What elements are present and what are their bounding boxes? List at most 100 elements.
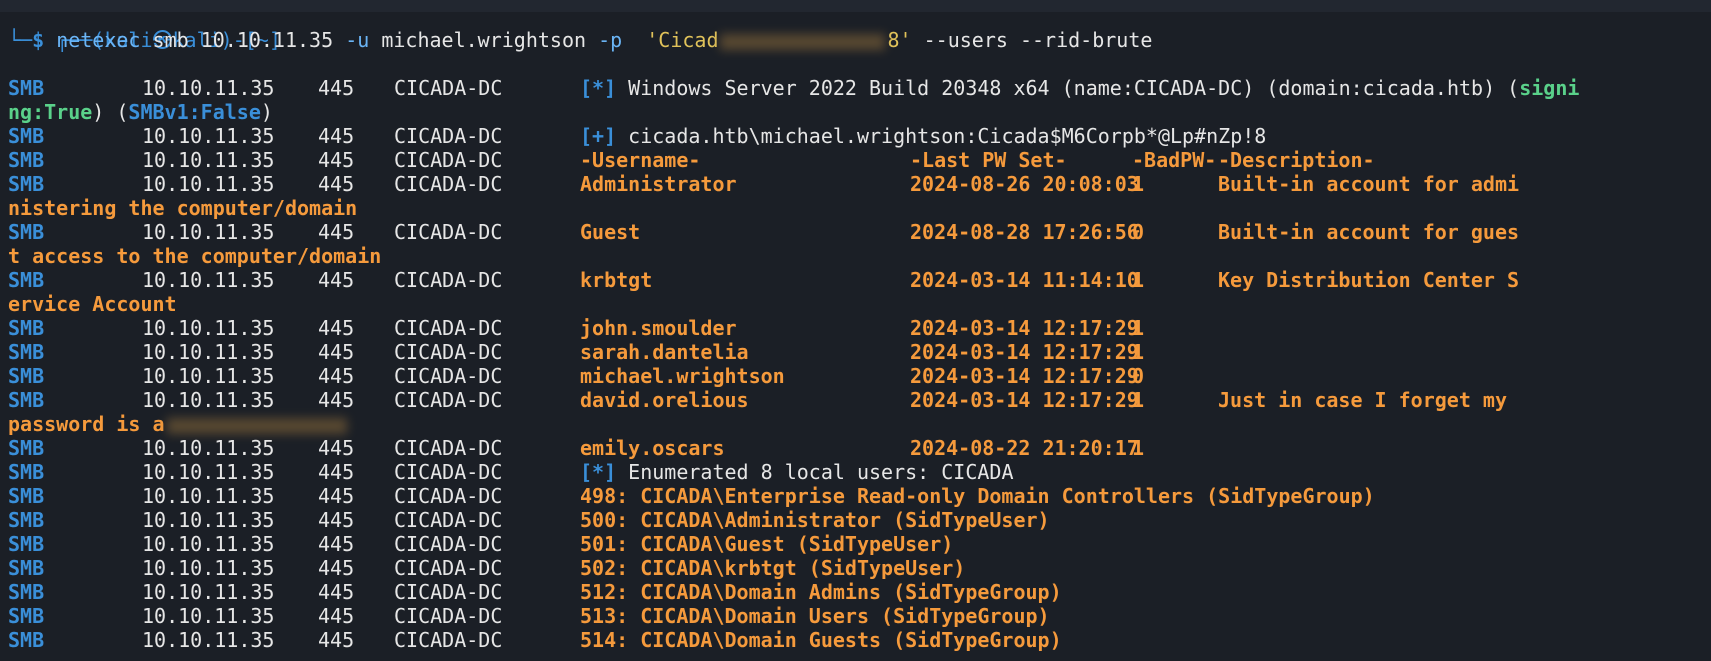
output-line: SMB 10.10.11.35 445 CICADA-DC david.orelious…: [8, 388, 1708, 412]
description: Built-in account for admi: [1218, 172, 1520, 196]
protocol-label: SMB: [8, 460, 45, 484]
output-line: t access to the computer/domain: [8, 244, 1708, 268]
output-line: ng:True) (SMBv1:False): [8, 100, 1708, 124]
target-ip: 10.10.11.35: [142, 628, 275, 652]
target-port: 445: [318, 76, 355, 100]
last-pw-set: 2024-03-14 12:17:29: [910, 364, 1139, 388]
target-hostname: CICADA-DC: [394, 364, 503, 388]
target-hostname: CICADA-DC: [394, 148, 503, 172]
target-port: 445: [318, 340, 355, 364]
target-port: 445: [318, 148, 355, 172]
output-line: SMB 10.10.11.35 445 CICADA-DC john.smoulder 2…: [8, 316, 1708, 340]
target-ip: 10.10.11.35: [142, 316, 275, 340]
target-hostname: CICADA-DC: [394, 604, 503, 628]
target-ip: 10.10.11.35: [142, 388, 275, 412]
status-message: [*] Windows Server 2022 Build 20348 x64 …: [580, 76, 1579, 100]
target-ip: 10.10.11.35: [142, 556, 275, 580]
column-header-username: -Username-: [580, 148, 701, 172]
output-line: SMB 10.10.11.35 445 CICADA-DC 512: CICADA\Do…: [8, 580, 1708, 604]
output-line: SMB 10.10.11.35 445 CICADA-DC Guest 2024-08-2…: [8, 220, 1708, 244]
target-ip: 10.10.11.35: [142, 76, 275, 100]
target-port: 445: [318, 628, 355, 652]
target-port: 445: [318, 388, 355, 412]
target-ip: 10.10.11.35: [142, 340, 275, 364]
protocol-label: SMB: [8, 508, 45, 532]
status-message: [+] cicada.htb\michael.wrightson:Cicada$…: [580, 124, 1266, 148]
last-pw-set: 2024-03-14 12:17:29: [910, 340, 1139, 364]
status-text: cicada.htb\michael.wrightson:Cicada$M6Co…: [616, 124, 1267, 148]
protocol-label: SMB: [8, 388, 45, 412]
smbv1-value: SMBv1:False: [128, 100, 261, 124]
last-pw-set: 2024-03-14 12:17:29: [910, 388, 1139, 412]
target-port: 445: [318, 172, 355, 196]
protocol-label: SMB: [8, 628, 45, 652]
last-pw-set: 2024-08-26 20:08:03: [910, 172, 1139, 196]
username: michael.wrightson: [580, 364, 785, 388]
last-pw-set: 2024-03-14 11:14:10: [910, 268, 1139, 292]
target-hostname: CICADA-DC: [394, 76, 503, 100]
last-pw-set: 2024-03-14 12:17:29: [910, 316, 1139, 340]
column-header-badpw: -BadPW-: [1132, 148, 1217, 172]
target-port: 445: [318, 484, 355, 508]
command-opt-u: -u: [345, 28, 370, 52]
status-message: [*] Enumerated 8 local users: CICADA: [580, 460, 1013, 484]
prompt-line-2: └─$ netexec smb 10.10.11.35 -u michael.w…: [8, 28, 1708, 52]
bad-pw-count: 1: [1132, 340, 1145, 364]
target-port: 445: [318, 460, 355, 484]
target-ip: 10.10.11.35: [142, 172, 275, 196]
output-line: SMB 10.10.11.35 445 CICADA-DC michael.wright…: [8, 364, 1708, 388]
target-ip: 10.10.11.35: [142, 532, 275, 556]
target-hostname: CICADA-DC: [394, 556, 503, 580]
rid-entry: 512: CICADA\Domain Admins (SidTypeGroup): [580, 580, 1062, 604]
username: david.orelious: [580, 388, 749, 412]
bad-pw-count: 1: [1132, 316, 1145, 340]
paren-text: ): [260, 100, 273, 124]
bad-pw-count: 1: [1132, 388, 1145, 412]
command-args: smb 10.10.11.35: [140, 28, 346, 52]
protocol-label: SMB: [8, 484, 45, 508]
protocol-label: SMB: [8, 532, 45, 556]
column-header-pwset: -Last PW Set-: [910, 148, 1067, 172]
redacted-password-blur: [720, 33, 886, 50]
target-hostname: CICADA-DC: [394, 628, 503, 652]
rid-entry: 498: CICADA\Enterprise Read-only Domain …: [580, 484, 1375, 508]
output-line: SMB 10.10.11.35 445 CICADA-DC 513: CICADA\Do…: [8, 604, 1708, 628]
bad-pw-count: 1: [1132, 172, 1145, 196]
target-hostname: CICADA-DC: [394, 124, 503, 148]
protocol-label: SMB: [8, 556, 45, 580]
last-pw-set: 2024-08-22 21:20:17: [910, 436, 1139, 460]
protocol-label: SMB: [8, 580, 45, 604]
output-line: password is a: [8, 412, 1708, 436]
prompt-corner: └─: [8, 28, 33, 52]
target-port: 445: [318, 532, 355, 556]
target-ip: 10.10.11.35: [142, 484, 275, 508]
target-hostname: CICADA-DC: [394, 340, 503, 364]
output-line: SMB 10.10.11.35 445 CICADA-DC 500: CICADA\Ad…: [8, 508, 1708, 532]
target-ip: 10.10.11.35: [142, 604, 275, 628]
paren-text: ) (: [92, 100, 129, 124]
signing-label: signi: [1519, 76, 1580, 100]
command-flags: --users --rid-brute: [911, 28, 1153, 52]
target-port: 445: [318, 124, 355, 148]
protocol-label: SMB: [8, 436, 45, 460]
status-marker: [*]: [580, 76, 617, 100]
target-hostname: CICADA-DC: [394, 220, 503, 244]
username: krbtgt: [580, 268, 653, 292]
protocol-label: SMB: [8, 604, 45, 628]
output-line: SMB 10.10.11.35 445 CICADA-DC 514: CICADA\Do…: [8, 628, 1708, 652]
status-text: Windows Server 2022 Build 20348 x64 (nam…: [616, 76, 1520, 100]
target-ip: 10.10.11.35: [142, 436, 275, 460]
command-password-start: 'Cicad: [622, 28, 719, 52]
prompt-dollar: $: [32, 28, 45, 52]
description: Just in case I forget my: [1218, 388, 1507, 412]
signing-value: ng:True: [8, 100, 93, 124]
protocol-label: SMB: [8, 316, 45, 340]
username: emily.oscars: [580, 436, 725, 460]
wrapped-continuation: password is a: [8, 412, 165, 436]
target-hostname: CICADA-DC: [394, 580, 503, 604]
bad-pw-count: 0: [1132, 364, 1145, 388]
status-marker: [*]: [580, 460, 617, 484]
target-hostname: CICADA-DC: [394, 388, 503, 412]
target-port: 445: [318, 580, 355, 604]
